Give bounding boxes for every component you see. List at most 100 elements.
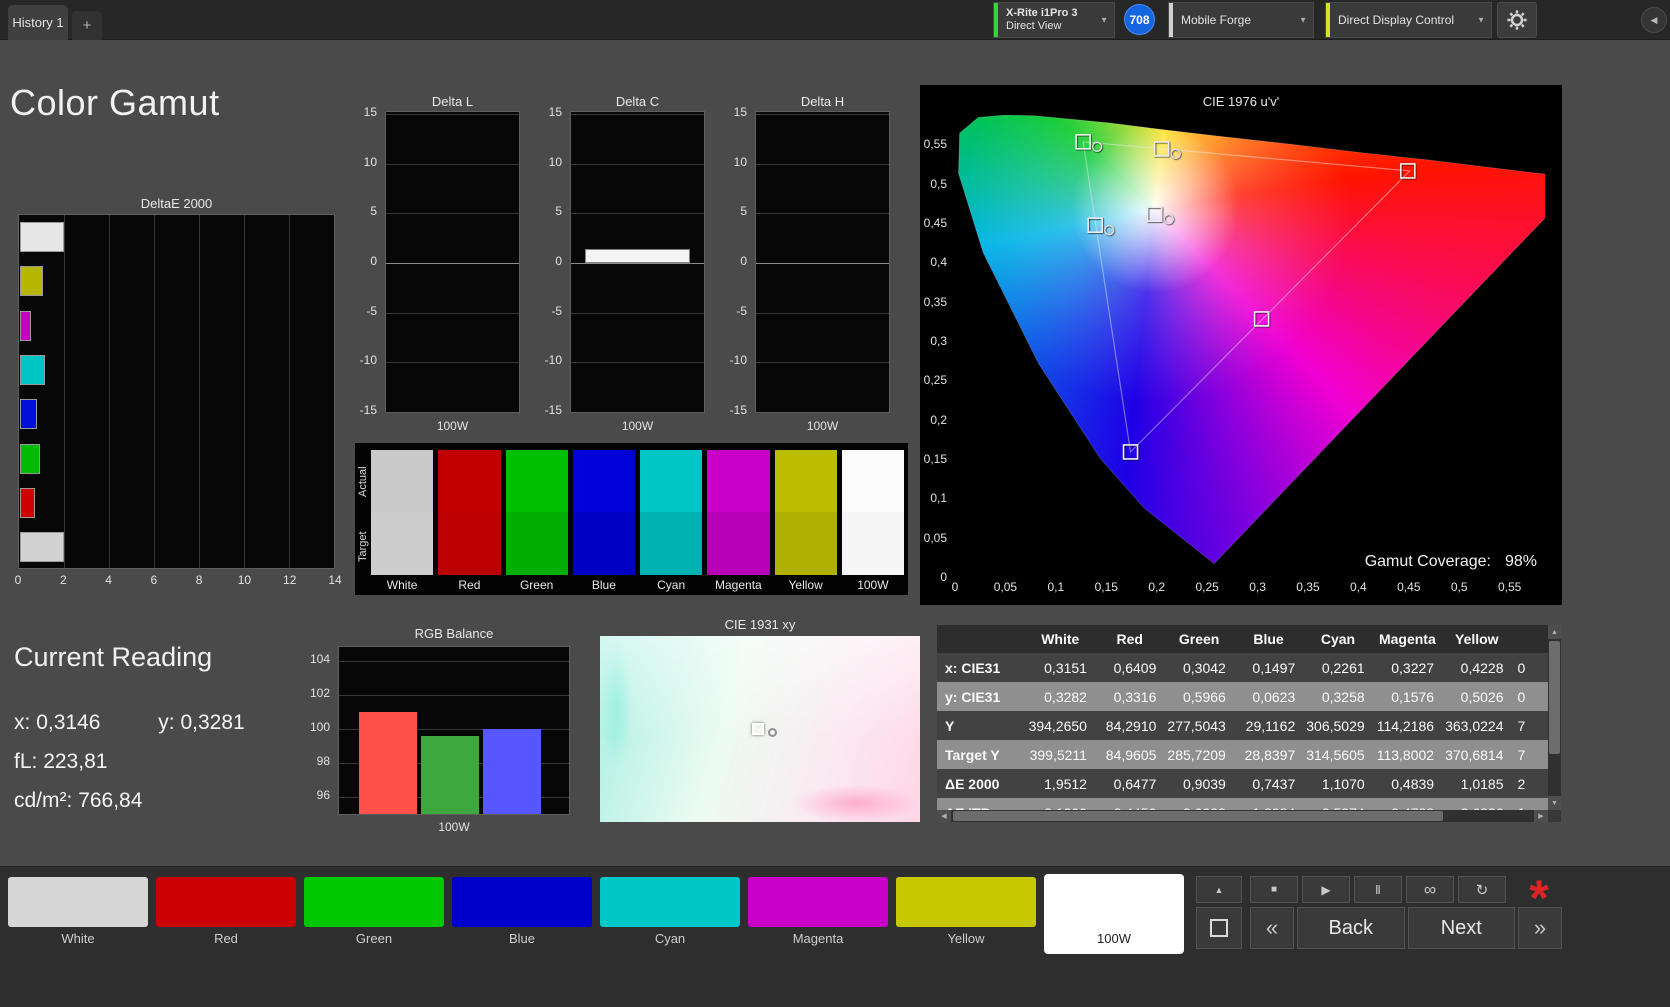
patch-magenta[interactable]: Magenta: [748, 877, 888, 951]
settings-button[interactable]: [1497, 2, 1537, 38]
column-header: Magenta: [1372, 625, 1443, 653]
y-tick-label: 0,45: [923, 215, 947, 230]
add-tab-button[interactable]: +: [72, 11, 102, 40]
swatch-label: Magenta: [715, 578, 762, 592]
patch-red[interactable]: Red: [156, 877, 296, 951]
next-chevron-button[interactable]: »: [1518, 907, 1562, 949]
y-axis: 104 102 100 98 96: [306, 646, 334, 815]
target-swatch: [505, 512, 568, 575]
patch-swatch: [452, 877, 592, 927]
target-swatch: [438, 512, 501, 575]
scrollbar-thumb[interactable]: [1549, 641, 1560, 755]
patch-swatch: [896, 877, 1036, 927]
chart-title: Delta H: [800, 94, 845, 109]
table-vertical-scrollbar[interactable]: ▲ ▼: [1548, 625, 1561, 810]
column-header: Green: [1164, 625, 1234, 653]
rgb-bar-red: [359, 711, 417, 814]
gridline: [386, 362, 519, 364]
column-header: Cyan: [1303, 625, 1373, 653]
gridline: [244, 215, 245, 568]
display-control-dropdown[interactable]: Direct Display Control ▼: [1325, 2, 1492, 38]
table-cell: 306,5029: [1306, 717, 1365, 734]
table-cell: 0,3282: [1044, 688, 1087, 705]
delta-h-plot: [755, 111, 890, 413]
gamut-coverage: Gamut Coverage: 98%: [1365, 553, 1537, 571]
compare-swatch-white: White: [371, 450, 434, 593]
scroll-left-button[interactable]: ◀: [937, 810, 951, 822]
gridline: [756, 362, 889, 364]
gridline: [571, 163, 704, 165]
x-tick-label: 0,45: [1397, 580, 1421, 594]
x-tick-label: 0,3: [1249, 580, 1266, 594]
patch-blue[interactable]: Blue: [452, 877, 592, 951]
patch-window-button[interactable]: [1196, 907, 1242, 949]
deltae-bar-red: [20, 487, 35, 518]
y-tick-label: 5: [740, 204, 747, 219]
table-cell: 0,3316: [1113, 688, 1157, 705]
source-label: Mobile Forge: [1181, 13, 1252, 27]
gridline: [109, 215, 110, 568]
source-dropdown[interactable]: Mobile Forge ▼: [1168, 2, 1314, 38]
scroll-right-button[interactable]: ▶: [1534, 810, 1548, 822]
compare-swatch-100w: 100W: [841, 450, 904, 593]
transport-controls: ■ ▶ Ⅱ ∞ ↻: [1250, 876, 1506, 903]
meter-name: X-Rite i1Pro 3: [1006, 7, 1078, 19]
deltae-bar-100w: [20, 532, 64, 563]
meter-dropdown[interactable]: X-Rite i1Pro 3 Direct View ▼: [993, 2, 1115, 38]
refresh-button[interactable]: ↻: [1458, 876, 1506, 903]
compare-swatch-cyan: Cyan: [640, 450, 703, 593]
collapse-panel-button[interactable]: ◀: [1641, 7, 1667, 33]
patch-green[interactable]: Green: [304, 877, 444, 951]
table-row: ΔE ITP2,13002,44503,00221,89842,53742,47…: [937, 798, 1548, 810]
back-chevron-button[interactable]: «: [1250, 907, 1294, 949]
delta-bar: [585, 249, 690, 263]
pause-button[interactable]: Ⅱ: [1354, 876, 1402, 903]
table-cell: 0,3042: [1182, 659, 1226, 676]
scrollbar-track[interactable]: [1548, 639, 1561, 796]
play-button[interactable]: ▶: [1302, 876, 1350, 903]
y-tick-label: -5: [551, 303, 562, 318]
scroll-down-button[interactable]: ▼: [1548, 796, 1561, 810]
x-tick-label: 0,25: [1195, 580, 1219, 594]
chevron-down-icon: ▼: [1299, 15, 1307, 25]
stop-button[interactable]: ■: [1250, 876, 1298, 903]
table-row: Y 394,2650 84,2910 277,5043 29,1162 306,5029 1…: [937, 711, 1548, 740]
patch-yellow[interactable]: Yellow: [896, 877, 1036, 951]
back-button[interactable]: Back: [1297, 907, 1405, 949]
table-cell: 2,5374: [1303, 798, 1372, 811]
y-tick-label: 104: [309, 651, 330, 666]
bottom-bar: White Red Green Blue Cyan Magenta Yellow 100W ▲…: [0, 866, 1670, 1007]
table-cell: 0,3258: [1321, 688, 1365, 705]
meter-count-badge[interactable]: 708: [1124, 4, 1155, 35]
target-swatch: [841, 512, 904, 575]
x-tick-label: 2: [59, 573, 67, 587]
patch-white[interactable]: White: [8, 877, 148, 951]
row-label: y: CIE31: [945, 688, 1001, 705]
gridline: [756, 213, 889, 215]
actual-swatch: [707, 450, 770, 512]
target-swatch: [371, 512, 434, 575]
next-button[interactable]: Next: [1407, 907, 1515, 949]
target-swatch: [640, 512, 703, 575]
patch-label: Cyan: [654, 931, 686, 946]
panel-up-button[interactable]: ▲: [1196, 876, 1242, 903]
scrollbar-track[interactable]: [951, 810, 1534, 822]
table-cell: 314,5605: [1306, 746, 1365, 763]
history-tab[interactable]: History 1: [8, 5, 68, 40]
gamut-coverage-label: Gamut Coverage:: [1364, 553, 1491, 570]
table-cell: 285,7209: [1167, 746, 1226, 763]
table-horizontal-scrollbar[interactable]: ◀ ▶: [937, 810, 1548, 822]
patch-swatch: [304, 877, 444, 927]
table-cell: 0,2261: [1321, 659, 1365, 676]
scroll-up-button[interactable]: ▲: [1548, 625, 1561, 639]
scrollbar-thumb[interactable]: [953, 811, 1443, 821]
actual-swatch: [505, 450, 568, 512]
patch-100w[interactable]: 100W: [1044, 874, 1184, 954]
cie1931-panel: CIE 1931 xy: [600, 617, 920, 822]
loop-button[interactable]: ∞: [1406, 876, 1454, 903]
patch-label: Magenta: [792, 931, 844, 946]
swatch-label: Red: [458, 578, 481, 592]
column-header: Yellow: [1442, 625, 1512, 653]
patch-cyan[interactable]: Cyan: [600, 877, 740, 951]
x-tick-label: 0,55: [1497, 580, 1522, 594]
